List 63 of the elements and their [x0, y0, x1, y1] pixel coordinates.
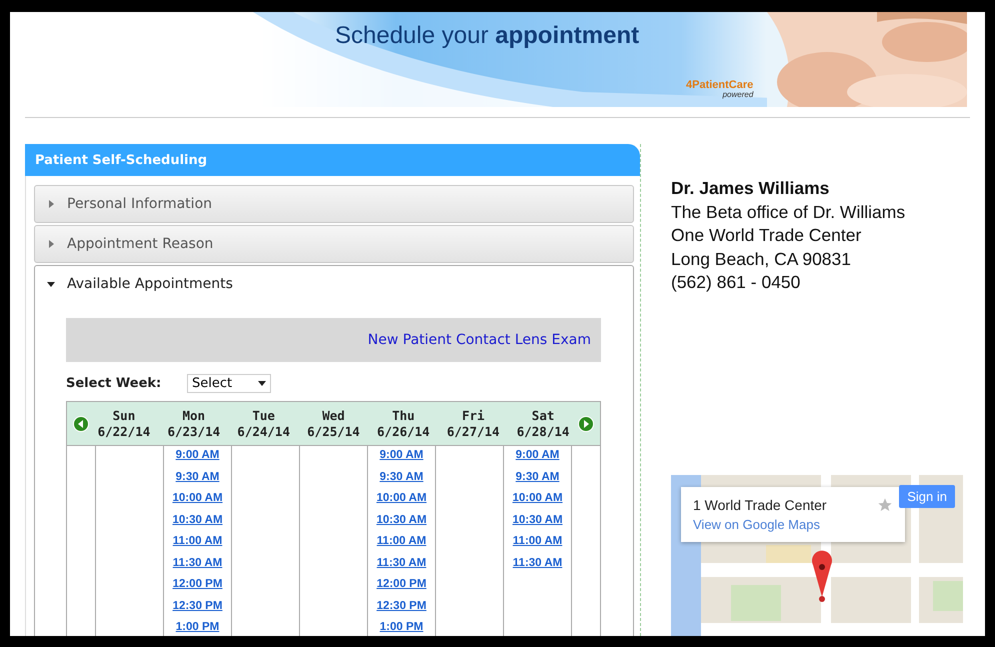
day-name: Thu — [392, 408, 415, 424]
time-slot-link[interactable]: 11:30 AM — [512, 554, 562, 570]
time-slot-link[interactable]: 10:00 AM — [512, 490, 563, 506]
time-slot-link[interactable]: 11:00 AM — [376, 533, 426, 549]
time-slot-link[interactable]: 11:00 AM — [512, 533, 562, 549]
logo-tagline: powered — [722, 91, 754, 99]
previous-week-icon[interactable] — [73, 416, 89, 432]
day-date: 6/22/14 — [98, 424, 150, 440]
day-date: 6/23/14 — [167, 424, 220, 440]
time-slot-link[interactable]: 11:00 AM — [172, 533, 222, 549]
banner-headline: Schedule your appointment — [335, 22, 640, 50]
time-slot-link[interactable]: 10:00 AM — [376, 490, 427, 506]
place-name: 1 World Trade Center — [693, 496, 827, 512]
time-slot-link[interactable]: 12:30 PM — [376, 598, 426, 614]
time-slot-link[interactable]: 1:00 PM — [176, 619, 220, 635]
time-slot-link[interactable]: 9:30 AM — [380, 468, 424, 484]
day-date: 6/28/14 — [516, 424, 570, 440]
caret-down-icon — [47, 280, 55, 288]
day-name: Mon — [182, 408, 206, 424]
day-name: Tue — [252, 408, 275, 424]
time-slot-link[interactable]: 12:00 PM — [172, 576, 222, 592]
day-name: Sat — [532, 408, 554, 424]
time-slot-link[interactable]: 10:30 AM — [512, 512, 563, 528]
time-slot-link[interactable]: 11:30 AM — [376, 554, 426, 570]
time-slot-link[interactable]: 9:30 AM — [176, 468, 220, 484]
sign-in-button[interactable]: Sign in — [899, 484, 955, 508]
time-slot-link[interactable]: 9:00 AM — [380, 447, 424, 463]
appointment-type-link[interactable]: New Patient Contact Lens Exam — [368, 332, 591, 348]
google-maps-link[interactable]: View on Google Maps — [693, 516, 820, 532]
accordion-header[interactable]: Personal Information — [35, 186, 633, 222]
caret-right-icon — [47, 200, 55, 208]
day-name: Wed — [322, 408, 345, 424]
day-date: 6/26/14 — [377, 424, 430, 440]
day-name: Sun — [112, 408, 136, 424]
time-slot-link[interactable]: 10:30 AM — [376, 512, 427, 528]
time-slot-link[interactable]: 9:00 AM — [516, 447, 560, 463]
contact-line: The Beta office of Dr. Williams — [671, 200, 906, 224]
day-date: 6/24/14 — [237, 424, 290, 440]
time-slot-link[interactable]: 9:30 AM — [516, 468, 560, 484]
panel-header: Patient Self-Scheduling — [25, 144, 640, 176]
star-icon[interactable] — [877, 496, 893, 512]
time-slot-link[interactable]: 12:30 PM — [172, 598, 222, 614]
accordion-header[interactable]: Available Appointments — [35, 266, 633, 302]
contact-line: Long Beach, CA 90831 — [671, 248, 852, 271]
day-date: 6/25/14 — [307, 424, 360, 440]
time-slot-link[interactable]: 10:30 AM — [172, 512, 223, 528]
doctor-name: Dr. James Williams — [671, 177, 830, 200]
accordion-header[interactable]: Appointment Reason — [35, 226, 633, 262]
time-slot-link[interactable]: 10:00 AM — [172, 490, 223, 506]
contact-line: One World Trade Center — [671, 224, 862, 247]
time-slot-link[interactable]: 11:30 AM — [172, 554, 222, 570]
week-dropdown[interactable]: Select — [187, 374, 271, 393]
brand-logo: 4PatientCare — [686, 80, 754, 91]
day-date: 6/27/14 — [446, 424, 500, 440]
select-week-label: Select Week: — [66, 376, 162, 391]
time-slot-link[interactable]: 1:00 PM — [380, 619, 424, 635]
next-week-icon[interactable] — [578, 416, 594, 432]
day-name: Fri — [462, 408, 485, 424]
dropdown-arrow-icon — [258, 381, 266, 386]
caret-right-icon — [47, 240, 55, 248]
time-slot-link[interactable]: 9:00 AM — [176, 447, 220, 463]
time-slot-link[interactable]: 12:00 PM — [376, 576, 426, 592]
contact-line: (562) 861 - 0450 — [671, 271, 802, 294]
